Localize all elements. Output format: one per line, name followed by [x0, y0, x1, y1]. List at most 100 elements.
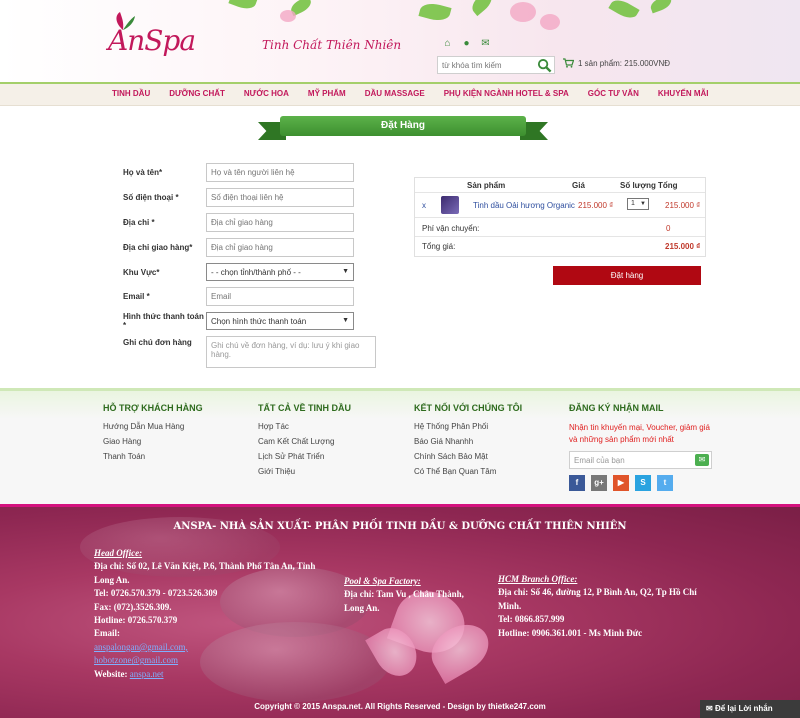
decor-leaf — [418, 0, 452, 24]
nav-item-dau-massage[interactable]: DẦU MASSAGE — [365, 89, 425, 98]
footer-link[interactable]: Hợp Tác — [258, 422, 351, 431]
send-icon[interactable]: ✉ — [695, 454, 709, 466]
product-thumbnail[interactable] — [441, 196, 459, 214]
product-name-link[interactable]: Tinh dầu Oải hương Organic — [473, 201, 575, 210]
footer-col-title: KẾT NỐI VỚI CHÚNG TÔI — [414, 403, 523, 413]
factory-line: Địa chỉ: Tam Vu , Châu Thành, — [344, 589, 464, 600]
site-footer: ANSPA- NHÀ SẢN XUẤT- PHÂN PHỐI TINH DẦU … — [0, 504, 800, 718]
footer-link[interactable]: Thanh Toán — [103, 452, 203, 461]
social-links: f g+ ▶ S t — [569, 475, 714, 491]
head-office-line: Fax: (072).3526.309. — [94, 601, 172, 612]
footer-link[interactable]: Lịch Sử Phát Triển — [258, 452, 351, 461]
home-icon[interactable]: ⌂ — [442, 38, 453, 49]
product-price: 215.000 ₫ — [578, 201, 614, 210]
factory-office: Pool & Spa Factory: Địa chỉ: Tam Vu , Ch… — [344, 575, 464, 615]
form-row-email: Email * — [123, 287, 354, 306]
footer-link[interactable]: Chính Sách Bảo Mật — [414, 452, 522, 461]
phone-label: Số điện thoại * — [123, 193, 179, 202]
email-field[interactable] — [206, 287, 354, 306]
divider — [415, 217, 705, 218]
region-select[interactable]: - - chọn tỉnh/thành phố - - ▼ — [206, 263, 354, 281]
nav-item-khuyen-mai[interactable]: KHUYẾN MÃI — [658, 89, 709, 98]
footer-link[interactable]: Hệ Thống Phân Phối — [414, 422, 522, 431]
nav-item-my-pham[interactable]: MỸ PHẨM — [308, 89, 346, 98]
leave-message-button[interactable]: ✉ Để lại Lời nhắn — [700, 700, 800, 718]
address-label: Địa chỉ * — [123, 218, 155, 227]
facebook-icon[interactable]: f — [569, 475, 585, 491]
col-header-price: Giá — [572, 181, 585, 190]
head-office-line: Email: — [94, 628, 120, 639]
factory-line: Long An. — [344, 602, 380, 613]
name-label: Họ và tên* — [123, 168, 163, 177]
cart-summary[interactable]: 1 sản phẩm: 215.000VNĐ — [563, 58, 670, 68]
place-order-button[interactable]: Đặt hàng — [553, 266, 701, 285]
total-value: 215.000 ₫ — [665, 242, 701, 251]
shipping-label: Phí vận chuyển: — [422, 224, 480, 233]
note-textarea[interactable]: Ghi chú về đơn hàng, ví dụ: lưu ý khi gi… — [206, 336, 376, 368]
footer-col-newsletter: ĐĂNG KÝ NHẬN MAIL Nhận tin khuyến mại, V… — [569, 403, 714, 491]
note-label: Ghi chú đơn hàng — [123, 338, 192, 347]
quantity-select[interactable]: 1 ▼ — [627, 198, 649, 210]
remove-item-button[interactable]: x — [422, 201, 426, 210]
email-link[interactable]: anspalongan@gmail.com, — [94, 641, 315, 654]
address-field[interactable] — [206, 213, 354, 232]
footer-col-title: ĐĂNG KÝ NHẬN MAIL — [569, 403, 664, 413]
form-row-note: Ghi chú đơn hàng Ghi chú về đơn hàng, ví… — [123, 336, 376, 368]
footer-col-title: TẤT CẢ VỀ TINH DẦU — [258, 403, 351, 413]
skype-icon[interactable]: S — [635, 475, 651, 491]
head-office-title: Head Office: — [94, 548, 143, 558]
footer-link[interactable]: Có Thể Bạn Quan Tâm — [414, 467, 522, 476]
chevron-down-icon: ▼ — [342, 317, 349, 324]
hcm-line: Minh. — [498, 600, 522, 611]
newsletter-email-input[interactable]: Email của bạn ✉ — [569, 451, 712, 469]
nav-item-tinh-dau[interactable]: TINH DẦU — [112, 89, 150, 98]
google-plus-icon[interactable]: g+ — [591, 475, 607, 491]
form-row-shipping: Địa chỉ giao hàng* — [123, 238, 354, 257]
page-title-banner: Đặt Hàng — [258, 114, 548, 144]
form-row-name: Họ và tên* — [123, 163, 354, 182]
payment-label: Hình thức thanh toán * — [123, 312, 204, 330]
footer-link[interactable]: Hướng Dẫn Mua Hàng — [103, 422, 203, 431]
region-label: Khu Vực* — [123, 267, 160, 277]
decor-petal — [540, 14, 560, 30]
phone-field[interactable] — [206, 188, 354, 207]
tagline: Tinh Chất Thiên Nhiên — [262, 38, 402, 52]
footer-col-connect: KẾT NỐI VỚI CHÚNG TÔI Hệ Thống Phân Phối… — [414, 403, 522, 482]
order-summary-table: Sản phẩm Giá Số lượng Tổng x Tinh dầu Oả… — [414, 177, 706, 257]
mail-icon: ✉ — [706, 704, 715, 713]
hcm-line: Hotline: 0906.361.001 - Ms Minh Đức — [498, 627, 643, 638]
logo-text: AnSpa — [108, 24, 196, 57]
site-logo[interactable]: AnSpa — [108, 10, 208, 60]
decor-leaf — [228, 0, 258, 13]
cart-icon — [563, 58, 574, 68]
email-link[interactable]: hobotzone@gmail.com — [94, 654, 315, 667]
footer-link[interactable]: Báo Giá Nhanhh — [414, 437, 522, 446]
chevron-down-icon: ▼ — [342, 268, 349, 275]
nav-item-duong-chat[interactable]: DƯỠNG CHẤT — [169, 89, 225, 98]
form-row-phone: Số điện thoại * — [123, 188, 354, 207]
nav-item-nuoc-hoa[interactable]: NƯỚC HOA — [244, 89, 289, 98]
footer-link[interactable]: Giới Thiệu — [258, 467, 351, 476]
search-icon[interactable] — [537, 58, 552, 73]
search-input[interactable] — [438, 57, 534, 73]
site-header: AnSpa Tinh Chất Thiên Nhiên ⌂ ● ✉ 1 sản … — [0, 0, 800, 82]
shipping-address-label: Địa chỉ giao hàng* — [123, 243, 193, 252]
twitter-icon[interactable]: t — [657, 475, 673, 491]
name-field[interactable] — [206, 163, 354, 182]
head-office-line: Long An. — [94, 574, 130, 585]
footer-link[interactable]: Giao Hàng — [103, 437, 203, 446]
quantity-value: 1 — [631, 200, 635, 207]
decor-leaf — [608, 0, 640, 23]
shipping-address-field[interactable] — [206, 238, 354, 257]
head-office-line: Địa chỉ: Số 02, Lê Văn Kiệt, P.6, Thành … — [94, 561, 316, 572]
footer-link[interactable]: Cam Kết Chất Lượng — [258, 437, 351, 446]
mail-icon[interactable]: ✉ — [480, 38, 491, 49]
youtube-icon[interactable]: ▶ — [613, 475, 629, 491]
website-link[interactable]: anspa.net — [130, 669, 164, 679]
cart-text: 1 sản phẩm: 215.000VNĐ — [578, 58, 671, 68]
payment-select[interactable]: Chọn hình thức thanh toán ▼ — [206, 312, 354, 330]
location-icon[interactable]: ● — [461, 38, 472, 49]
head-office: Head Office: Địa chỉ: Số 02, Lê Văn Kiệt… — [94, 547, 315, 681]
nav-item-phu-kien[interactable]: PHỤ KIỆN NGÀNH HOTEL & SPA — [444, 89, 569, 98]
nav-item-goc-tu-van[interactable]: GÓC TƯ VẤN — [588, 89, 639, 98]
